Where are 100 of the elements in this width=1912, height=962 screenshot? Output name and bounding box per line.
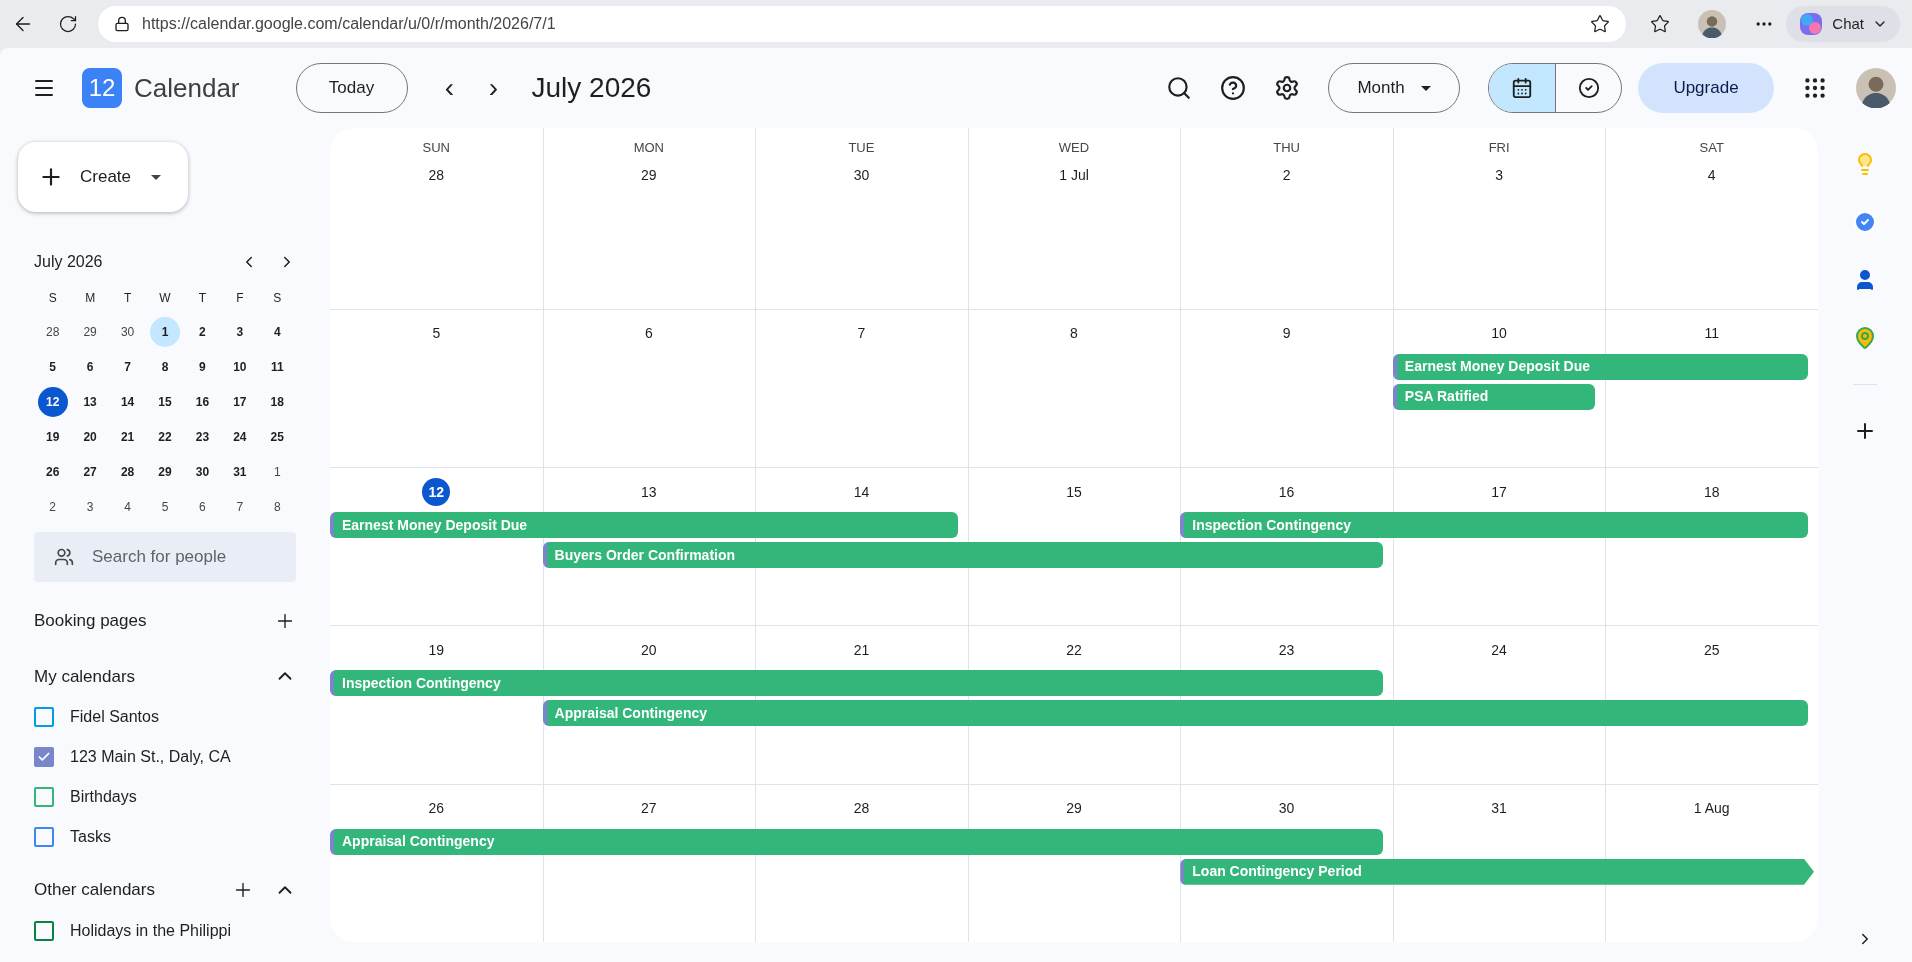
date-number[interactable]: 1 Aug <box>1689 794 1734 823</box>
mini-calendar-day[interactable]: 17 <box>224 386 255 417</box>
help-icon[interactable] <box>1220 75 1246 101</box>
date-number[interactable]: 5 <box>422 319 451 348</box>
date-number[interactable]: 31 <box>1485 794 1514 823</box>
date-number[interactable]: 8 <box>1060 319 1088 348</box>
calendar-checkbox[interactable] <box>34 920 54 941</box>
mini-calendar-day[interactable]: 11 <box>262 351 293 382</box>
mini-calendar-day[interactable]: 29 <box>150 456 180 487</box>
date-number[interactable]: 29 <box>1060 794 1088 823</box>
date-number[interactable]: 15 <box>1060 478 1088 507</box>
mini-calendar-day[interactable]: 10 <box>224 351 255 382</box>
mini-calendar-day[interactable]: 20 <box>75 421 106 452</box>
date-number[interactable]: 30 <box>847 161 876 190</box>
address-bar[interactable]: https://calendar.google.com/calendar/u/0/r/month/2026/7/1 <box>98 6 1627 42</box>
mini-calendar-day[interactable]: 31 <box>224 456 255 487</box>
mini-calendar-day[interactable]: 3 <box>224 316 255 347</box>
date-number[interactable]: 30 <box>1272 794 1301 823</box>
create-button[interactable]: Create <box>18 142 188 212</box>
date-number[interactable]: 12 <box>422 478 451 507</box>
mini-calendar-day[interactable]: 6 <box>75 351 106 382</box>
mini-calendar-day[interactable]: 24 <box>224 421 255 452</box>
date-number[interactable]: 2 <box>1272 161 1301 190</box>
calendar-checkbox[interactable] <box>34 787 54 807</box>
chat-button[interactable]: Chat <box>1786 6 1900 42</box>
date-number[interactable]: 7 <box>847 319 876 348</box>
avatar-icon[interactable] <box>1856 68 1896 108</box>
date-number[interactable]: 27 <box>634 794 663 823</box>
previous-button[interactable]: ‹ <box>431 74 468 102</box>
date-number[interactable]: 28 <box>847 794 876 823</box>
mini-calendar-day[interactable]: 2 <box>37 491 68 522</box>
mini-calendar-day[interactable]: 23 <box>187 421 218 452</box>
mini-calendar-day[interactable]: 5 <box>37 351 68 382</box>
date-number[interactable]: 23 <box>1272 636 1301 665</box>
mini-calendar-day[interactable]: 27 <box>75 456 106 487</box>
date-number[interactable]: 18 <box>1697 478 1726 507</box>
mini-calendar-day[interactable]: 13 <box>75 386 106 417</box>
mini-calendar-day[interactable]: 7 <box>112 351 143 382</box>
star-icon[interactable] <box>1590 14 1611 34</box>
mini-calendar-day[interactable]: 5 <box>150 491 180 522</box>
mini-calendar-day[interactable]: 7 <box>224 491 255 522</box>
date-number[interactable]: 6 <box>634 319 663 348</box>
search-icon[interactable] <box>1166 75 1192 101</box>
date-number[interactable]: 13 <box>634 478 663 507</box>
avatar-icon[interactable] <box>1698 10 1727 38</box>
mini-calendar-day[interactable]: 1 <box>262 456 293 487</box>
mini-calendar-day[interactable]: 4 <box>262 316 293 347</box>
date-number[interactable]: 10 <box>1485 319 1514 348</box>
mini-calendar-day[interactable]: 19 <box>37 421 68 452</box>
mini-calendar-day[interactable]: 21 <box>112 421 143 452</box>
date-number[interactable]: 25 <box>1697 636 1726 665</box>
mini-calendar-day[interactable]: 29 <box>75 316 106 347</box>
date-number[interactable]: 1 Jul <box>1055 161 1093 190</box>
calendar-checkbox[interactable] <box>34 707 54 727</box>
mini-calendar-day[interactable]: 2 <box>187 316 218 347</box>
date-number[interactable]: 20 <box>634 636 663 665</box>
favorites-icon[interactable] <box>1650 14 1671 34</box>
mini-calendar-day[interactable]: 12 <box>37 386 68 417</box>
date-number[interactable]: 14 <box>847 478 876 507</box>
mini-calendar-day[interactable]: 30 <box>187 456 218 487</box>
map-pin-icon[interactable] <box>1853 326 1877 350</box>
calendar-checkbox[interactable] <box>34 747 54 767</box>
date-number[interactable]: 4 <box>1697 161 1726 190</box>
date-number[interactable]: 21 <box>847 636 876 665</box>
mini-calendar-day[interactable]: 30 <box>112 316 143 347</box>
upgrade-button[interactable]: Upgrade <box>1638 63 1774 113</box>
date-number[interactable]: 29 <box>634 161 663 190</box>
calendar-view-toggle[interactable] <box>1489 64 1555 112</box>
mini-calendar-day[interactable]: 25 <box>262 421 293 452</box>
mini-calendar-day[interactable]: 18 <box>262 386 293 417</box>
mini-calendar-day[interactable]: 4 <box>112 491 143 522</box>
date-number[interactable]: 16 <box>1272 478 1301 507</box>
mini-calendar-day[interactable]: 22 <box>150 421 180 452</box>
mini-calendar-day[interactable]: 9 <box>187 351 218 382</box>
settings-icon[interactable] <box>1274 75 1300 101</box>
date-number[interactable]: 22 <box>1060 636 1088 665</box>
date-number[interactable]: 19 <box>422 636 451 665</box>
mini-calendar-day[interactable]: 6 <box>187 491 218 522</box>
date-number[interactable]: 26 <box>422 794 451 823</box>
mini-calendar-day[interactable]: 14 <box>112 386 143 417</box>
check-circle-icon[interactable] <box>1853 210 1877 234</box>
mini-calendar-day[interactable]: 28 <box>112 456 143 487</box>
mini-calendar-day[interactable]: 28 <box>37 316 68 347</box>
mini-calendar-day[interactable]: 3 <box>75 491 106 522</box>
mini-calendar-day[interactable]: 26 <box>37 456 68 487</box>
view-dropdown[interactable]: Month <box>1328 63 1460 113</box>
mini-calendar-day[interactable]: 1 <box>150 316 180 347</box>
date-number[interactable]: 9 <box>1272 319 1301 348</box>
mini-calendar-day[interactable]: 8 <box>150 351 180 382</box>
date-number[interactable]: 11 <box>1697 319 1726 348</box>
mini-calendar-day[interactable]: 8 <box>262 491 293 522</box>
apps-icon[interactable] <box>1802 75 1828 101</box>
mini-calendar-day[interactable]: 15 <box>150 386 180 417</box>
next-button[interactable]: › <box>475 74 512 102</box>
calendar-checkbox[interactable] <box>34 827 54 847</box>
search-people-field[interactable]: Search for people <box>34 532 296 582</box>
mini-calendar-day[interactable]: 16 <box>187 386 218 417</box>
reload-icon[interactable] <box>58 14 78 34</box>
date-number[interactable]: 17 <box>1485 478 1514 507</box>
date-number[interactable]: 28 <box>422 161 451 190</box>
